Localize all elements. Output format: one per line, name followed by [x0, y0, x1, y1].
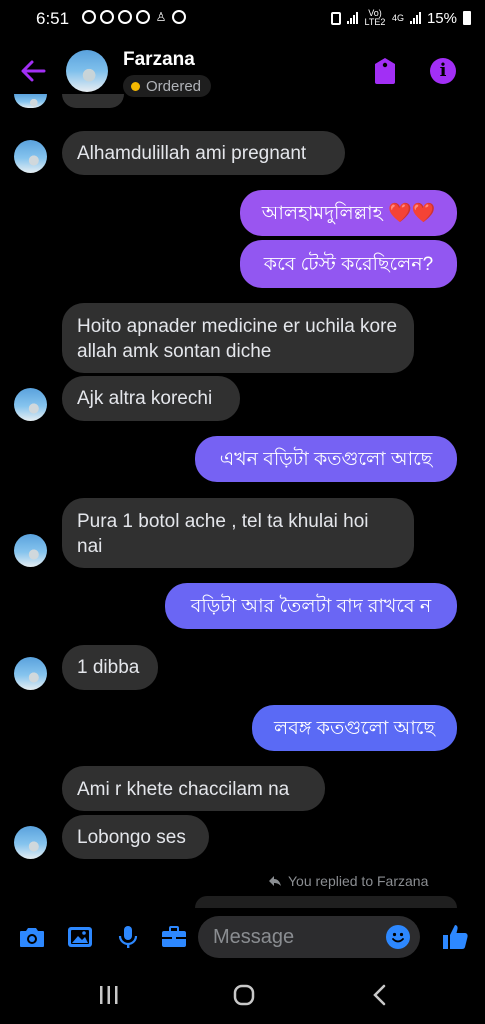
message-composer: Message [0, 912, 485, 962]
sync-icon [118, 10, 132, 24]
recent-apps-icon[interactable] [98, 984, 120, 1006]
home-icon[interactable] [232, 983, 256, 1007]
contact-avatar-small [14, 94, 47, 108]
messenger-icon [172, 10, 186, 24]
incoming-message[interactable]: Hoito apnader medicine er uchila kore al… [62, 303, 414, 373]
incoming-message[interactable]: Ajk altra korechi [62, 376, 240, 421]
cleaner-icon: ♙ [155, 10, 167, 24]
back-nav-icon[interactable] [370, 983, 390, 1007]
signal-icon [409, 12, 421, 24]
status-dot-icon [131, 81, 140, 91]
back-arrow-icon[interactable] [18, 56, 48, 86]
incoming-message[interactable]: 1 dibba [62, 645, 158, 690]
reply-indicator-text: You replied to Farzana [288, 873, 429, 889]
message-input[interactable]: Message [198, 916, 420, 958]
data-saver-icon [330, 11, 341, 25]
quoted-reply-preview [195, 896, 457, 908]
status-label: Ordered [146, 77, 202, 95]
incoming-message[interactable]: Pura 1 botol ache , tel ta khulai hoi na… [62, 498, 414, 568]
outgoing-message[interactable]: এখন বড়িটা কতগুলো আছে [195, 436, 457, 482]
system-navigation-bar [0, 968, 485, 1024]
briefcase-icon[interactable] [160, 924, 188, 950]
contact-avatar-small [14, 657, 47, 690]
battery-percent: 15% [426, 9, 457, 27]
contact-avatar[interactable] [66, 50, 108, 92]
contact-name[interactable]: Farzana [123, 49, 195, 71]
incoming-message[interactable]: Lobongo ses [62, 815, 209, 859]
tag-icon[interactable] [373, 56, 397, 86]
message-placeholder: Message [213, 926, 295, 948]
incoming-message[interactable]: Ami r khete chaccilam na [62, 766, 325, 811]
gallery-icon[interactable] [66, 924, 94, 950]
outgoing-message[interactable]: কবে টেস্ট করেছিলেন? [240, 240, 457, 288]
outgoing-message[interactable]: আলহামদুলিল্লাহ ❤️❤️ [240, 190, 457, 236]
reply-icon [269, 876, 281, 886]
like-icon[interactable] [440, 922, 470, 952]
contact-avatar-small [14, 388, 47, 421]
smiley-face [392, 932, 404, 943]
clock: 6:51 [36, 9, 70, 28]
status-bar: 6:51 ♙ Vo) LTE2 4G 15% [0, 0, 485, 40]
camera-icon[interactable] [18, 924, 46, 950]
volte-label: Vo) LTE2 [364, 8, 386, 27]
reply-indicator: You replied to Farzana [268, 873, 428, 889]
battery-icon [463, 11, 471, 25]
notification-icons: ♙ [82, 10, 186, 24]
outgoing-message[interactable]: লবঙ্গ কতগুলো আছে [252, 705, 457, 751]
microphone-icon[interactable] [114, 924, 142, 950]
sync-icon [136, 10, 150, 24]
contact-avatar-small [14, 140, 47, 173]
message-bubble-partial [62, 94, 124, 108]
outgoing-message[interactable]: বড়িটা আর তৈলটা বাদ রাখবে ন [165, 583, 457, 629]
contact-avatar-small [14, 534, 47, 567]
system-indicators: Vo) LTE2 4G 15% [330, 8, 471, 27]
sync-icon [82, 10, 96, 24]
incoming-message[interactable]: Alhamdulillah ami pregnant [62, 131, 345, 175]
contact-avatar-small [14, 826, 47, 859]
emoji-icon[interactable] [386, 925, 410, 949]
chat-header: Farzana Ordered i [0, 40, 485, 102]
sync-icon [100, 10, 114, 24]
signal-icon [346, 12, 358, 24]
info-icon[interactable]: i [430, 58, 456, 84]
network-type: 4G [391, 12, 404, 23]
status-badge[interactable]: Ordered [123, 75, 212, 97]
